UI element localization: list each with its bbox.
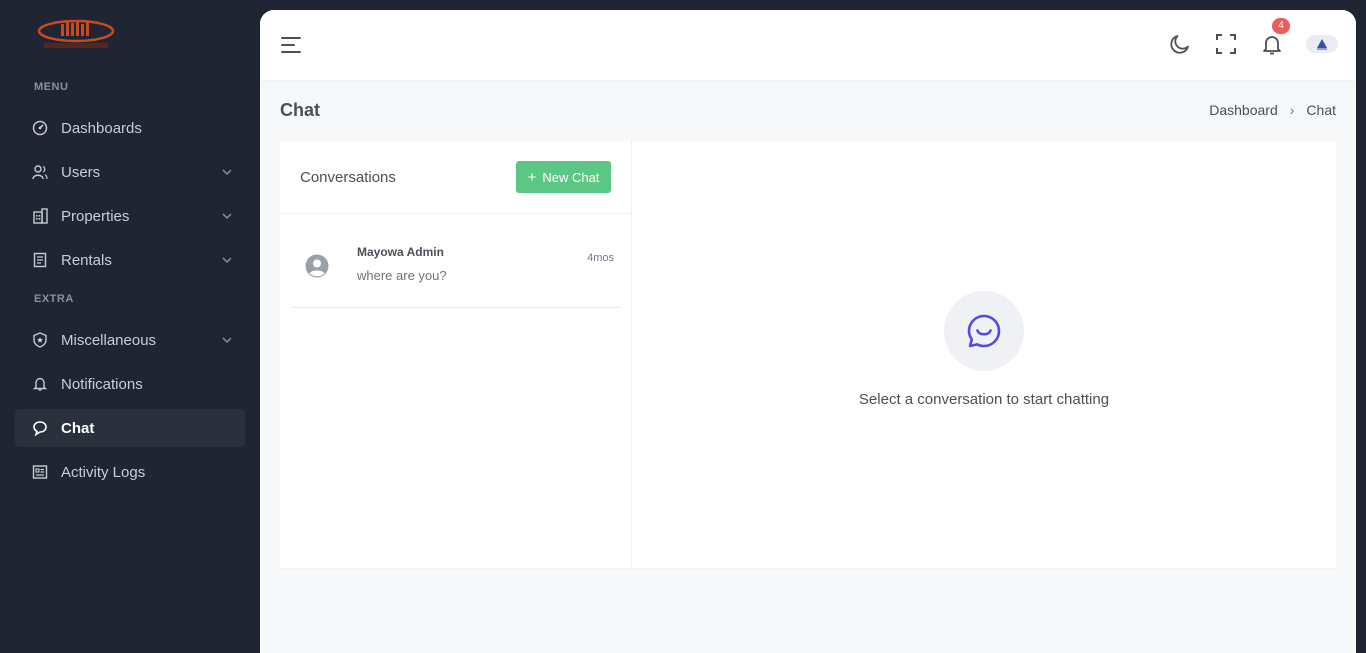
sidebar-item-label: Properties: [61, 207, 130, 225]
avatar-logo-icon: [1317, 39, 1327, 50]
main-panel: 4 Chat Dashboard › Chat Conversations + …: [260, 10, 1356, 653]
top-bar: 4: [260, 10, 1356, 80]
sidebar-item-properties[interactable]: Properties: [15, 197, 245, 235]
empty-state-text: Select a conversation to start chatting: [858, 391, 1110, 408]
chevron-down-icon: [222, 169, 232, 176]
sidebar-item-miscellaneous[interactable]: Miscellaneous: [15, 321, 245, 359]
extra-section-title: EXTRA: [34, 293, 74, 305]
sidebar-item-label: Notifications: [61, 375, 143, 393]
conversation-name: Mayowa Admin: [357, 245, 444, 259]
breadcrumb: Dashboard › Chat: [1209, 102, 1336, 118]
conversation-item[interactable]: Mayowa Admin where are you? 4mos: [292, 225, 620, 308]
sidebar-item-label: Chat: [61, 419, 95, 437]
conversation-last-message: where are you?: [357, 268, 447, 283]
bell-icon: [32, 376, 48, 392]
sidebar-item-notifications[interactable]: Notifications: [15, 365, 245, 403]
avatar[interactable]: [1306, 35, 1338, 53]
new-chat-button[interactable]: + New Chat: [516, 161, 611, 193]
bell-icon[interactable]: [1260, 32, 1284, 56]
sidebar-item-label: Miscellaneous: [61, 331, 157, 349]
sidebar-item-rentals[interactable]: Rentals: [15, 241, 245, 279]
users-icon: [32, 164, 48, 180]
brand-logo[interactable]: [36, 18, 116, 52]
document-icon: [32, 252, 48, 268]
chevron-right-icon: ›: [1289, 102, 1295, 118]
breadcrumb-dashboard[interactable]: Dashboard: [1209, 102, 1278, 118]
sidebar-item-users[interactable]: Users: [15, 153, 245, 191]
sidebar-item-label: Rentals: [61, 251, 112, 269]
sidebar-item-activity-logs[interactable]: Activity Logs: [15, 453, 245, 491]
sidebar-item-label: Activity Logs: [61, 463, 146, 481]
chat-card: Conversations + New Chat Mayowa Admin wh…: [280, 141, 1336, 568]
menu-icon[interactable]: [280, 34, 302, 56]
page-title: Chat: [280, 100, 320, 120]
chevron-down-icon: [222, 337, 232, 344]
gauge-icon: [32, 120, 48, 136]
conversation-time: 4mos: [587, 252, 614, 264]
sidebar-item-dashboards[interactable]: Dashboards: [15, 109, 245, 147]
conversations-header: Conversations + New Chat: [280, 141, 631, 214]
shield-icon: [32, 332, 48, 348]
chat-smile-icon: [967, 314, 1001, 348]
sidebar: MENU Dashboards Users Properties Rentals…: [0, 0, 260, 653]
log-icon: [32, 464, 48, 480]
conversations-title: Conversations: [300, 169, 396, 186]
sidebar-item-label: Dashboards: [61, 119, 142, 137]
chevron-down-icon: [222, 257, 232, 264]
notification-badge: 4: [1272, 18, 1290, 34]
chevron-down-icon: [222, 213, 232, 220]
chat-area: Select a conversation to start chatting: [632, 141, 1336, 568]
sidebar-item-chat[interactable]: Chat: [15, 409, 245, 447]
chat-bubble-icon: [32, 420, 48, 436]
building-icon: [32, 208, 48, 224]
breadcrumb-current: Chat: [1306, 102, 1336, 118]
new-chat-label: New Chat: [542, 169, 600, 185]
moon-icon[interactable]: [1168, 32, 1192, 56]
plus-icon: +: [527, 168, 537, 186]
menu-section-title: MENU: [34, 81, 69, 93]
fullscreen-icon[interactable]: [1214, 32, 1238, 56]
sidebar-item-label: Users: [61, 163, 101, 181]
user-avatar-icon: [305, 254, 329, 278]
conversations-panel: Conversations + New Chat Mayowa Admin wh…: [280, 141, 632, 568]
empty-chat-icon-wrap: [944, 291, 1024, 371]
